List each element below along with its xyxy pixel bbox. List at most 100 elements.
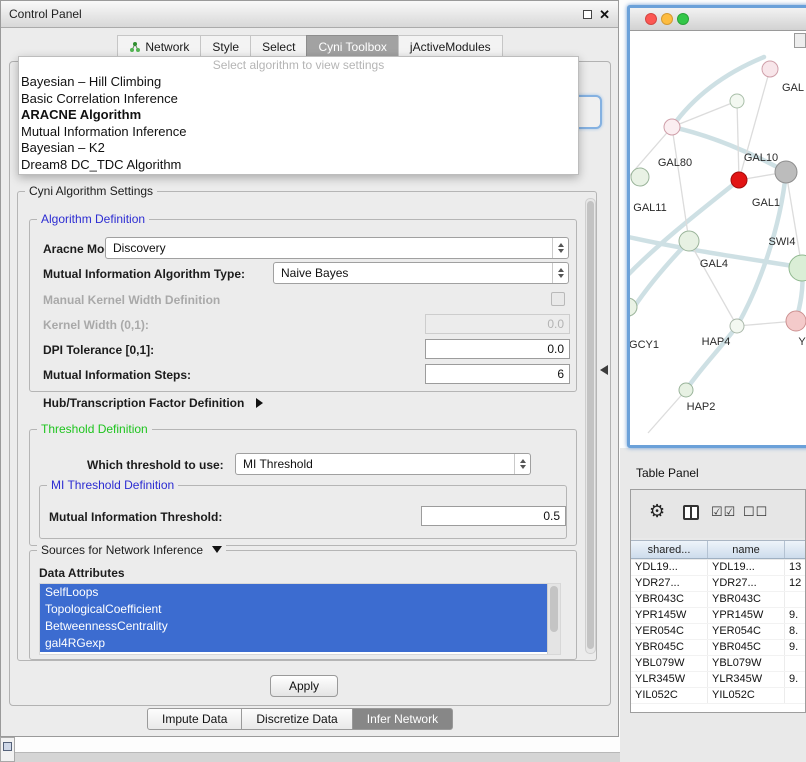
node-label: HAP4 [702, 336, 731, 348]
list-item[interactable]: gal4RGexp [40, 635, 547, 652]
column-header[interactable]: shared... [631, 541, 708, 558]
network-node[interactable] [730, 94, 744, 108]
dropdown-item[interactable]: Bayesian – K2 [19, 140, 578, 157]
node-label: GAL80 [658, 157, 692, 169]
hub-definition-toggle[interactable]: Hub/Transcription Factor Definition [43, 396, 263, 410]
tab-impute-data[interactable]: Impute Data [147, 708, 242, 730]
select-all-icon[interactable]: ☑☑ [711, 504, 736, 520]
table-row[interactable]: YPR145W YPR145W 9. [631, 608, 805, 624]
network-node[interactable] [679, 383, 693, 397]
cell: YPR145W [708, 608, 785, 623]
table-row[interactable]: YLR345W YLR345W 9. [631, 672, 805, 688]
dropdown-item-selected[interactable]: ARACNE Algorithm [19, 107, 578, 124]
close-icon[interactable]: ✕ [599, 8, 610, 21]
table-row[interactable]: YBR045C YBR045C 9. [631, 640, 805, 656]
stepper-arrows-icon [514, 454, 530, 474]
network-node[interactable] [789, 255, 806, 281]
apply-button[interactable]: Apply [270, 675, 338, 697]
close-traffic-light[interactable] [645, 13, 657, 25]
table-row[interactable]: YBL079W YBL079W [631, 656, 805, 672]
kernel-width-label: Kernel Width (0,1): [43, 318, 149, 332]
tab-label: Cyni Toolbox [318, 40, 386, 54]
network-node[interactable] [730, 319, 744, 333]
network-node-highlighted[interactable] [731, 172, 747, 188]
mi-algorithm-type-select[interactable]: Naive Bayes [273, 262, 569, 284]
tab-label: jActiveModules [410, 40, 491, 54]
mi-threshold-label: Mutual Information Threshold: [49, 510, 222, 524]
aracne-mode-select[interactable]: Discovery [105, 237, 569, 259]
table-panel-window: ⚙ ☑☑ ☐☐ shared... name YDL19... YDL19...… [630, 489, 806, 713]
mi-threshold-input[interactable] [421, 506, 566, 526]
table-row[interactable]: YER054C YER054C 8. [631, 624, 805, 640]
table-row[interactable]: YBR043C YBR043C [631, 592, 805, 608]
list-scrollbar[interactable] [547, 584, 560, 654]
cell: YDL19... [708, 560, 785, 575]
network-node[interactable] [664, 119, 680, 135]
algorithm-dropdown-popup: Select algorithm to view settings Bayesi… [18, 56, 579, 175]
network-node[interactable] [631, 168, 649, 186]
dropdown-item[interactable]: Mutual Information Inference [19, 124, 578, 141]
list-item[interactable]: TopologicalCoefficient [40, 601, 547, 618]
manual-kernel-width-label: Manual Kernel Width Definition [43, 293, 220, 307]
network-node[interactable] [762, 61, 778, 77]
split-pane-collapse-icon[interactable] [600, 365, 608, 375]
manual-kernel-width-checkbox[interactable] [551, 292, 565, 306]
network-node[interactable] [679, 231, 699, 251]
scrollbar-thumb[interactable] [587, 201, 594, 649]
tab-label: Infer Network [367, 712, 438, 726]
cell: YBL079W [631, 656, 708, 671]
selected-value: Discovery [113, 241, 166, 255]
cell: 9. [785, 608, 806, 623]
table-row[interactable]: YDL19... YDL19... 13 [631, 560, 805, 576]
cell: YDR27... [708, 576, 785, 591]
cell [785, 592, 806, 607]
network-window-titlebar[interactable] [630, 8, 806, 31]
control-panel-titlebar[interactable]: Control Panel ✕ [1, 1, 618, 28]
collapsed-panel[interactable] [0, 737, 15, 762]
dropdown-item[interactable]: Dream8 DC_TDC Algorithm [19, 157, 578, 174]
dropdown-item[interactable]: Bayesian – Hill Climbing [19, 74, 578, 91]
table-toolbar: ⚙ ☑☑ ☐☐ [631, 490, 805, 538]
chevron-down-icon [212, 546, 222, 553]
table-row[interactable]: YIL052C YIL052C [631, 688, 805, 704]
scrollbar-thumb[interactable] [550, 586, 558, 632]
window-controls: ✕ [583, 8, 610, 21]
kernel-width-input[interactable] [425, 314, 570, 334]
cell: 9. [785, 640, 806, 655]
tab-discretize-data[interactable]: Discretize Data [241, 708, 352, 730]
network-node[interactable] [786, 311, 806, 331]
dropdown-item[interactable]: Basic Correlation Inference [19, 91, 578, 108]
data-attributes-list[interactable]: SelfLoops TopologicalCoefficient Between… [39, 583, 561, 655]
tab-infer-network[interactable]: Infer Network [352, 708, 453, 730]
zoom-traffic-light[interactable] [677, 13, 689, 25]
tab-label: Network [145, 40, 189, 54]
network-node[interactable] [775, 161, 797, 183]
list-item[interactable]: SelfLoops [40, 584, 547, 601]
settings-scrollbar[interactable] [585, 198, 596, 654]
dpi-tolerance-input[interactable] [425, 339, 570, 359]
tab-label: Discretize Data [256, 712, 337, 726]
float-window-icon[interactable] [583, 10, 592, 19]
mi-steps-input[interactable] [425, 364, 570, 384]
minimize-traffic-light[interactable] [661, 13, 673, 25]
panel-icon [3, 742, 12, 751]
sources-toggle[interactable]: Sources for Network Inference [37, 543, 226, 557]
network-tab-icon [129, 41, 141, 53]
show-columns-icon[interactable] [683, 505, 699, 520]
column-header[interactable] [785, 541, 806, 558]
chevron-right-icon [256, 398, 263, 408]
column-header[interactable]: name [708, 541, 785, 558]
stepper-arrows-icon [552, 238, 568, 258]
cell: YPR145W [631, 608, 708, 623]
gear-icon[interactable]: ⚙ [649, 502, 665, 520]
group-title: Threshold Definition [37, 422, 152, 436]
table-row[interactable]: YDR27... YDR27... 12 [631, 576, 805, 592]
which-threshold-select[interactable]: MI Threshold [235, 453, 531, 475]
cell: YBL079W [708, 656, 785, 671]
cell [785, 656, 806, 671]
list-item[interactable]: BetweennessCentrality [40, 618, 547, 635]
deselect-all-icon[interactable]: ☐☐ [743, 504, 768, 520]
cell: 8. [785, 624, 806, 639]
cell: 9. [785, 672, 806, 687]
network-canvas[interactable]: GAL80 GAL10 GAL11 GAL1 SWI4 GAL4 GCY1 HA… [630, 31, 806, 446]
